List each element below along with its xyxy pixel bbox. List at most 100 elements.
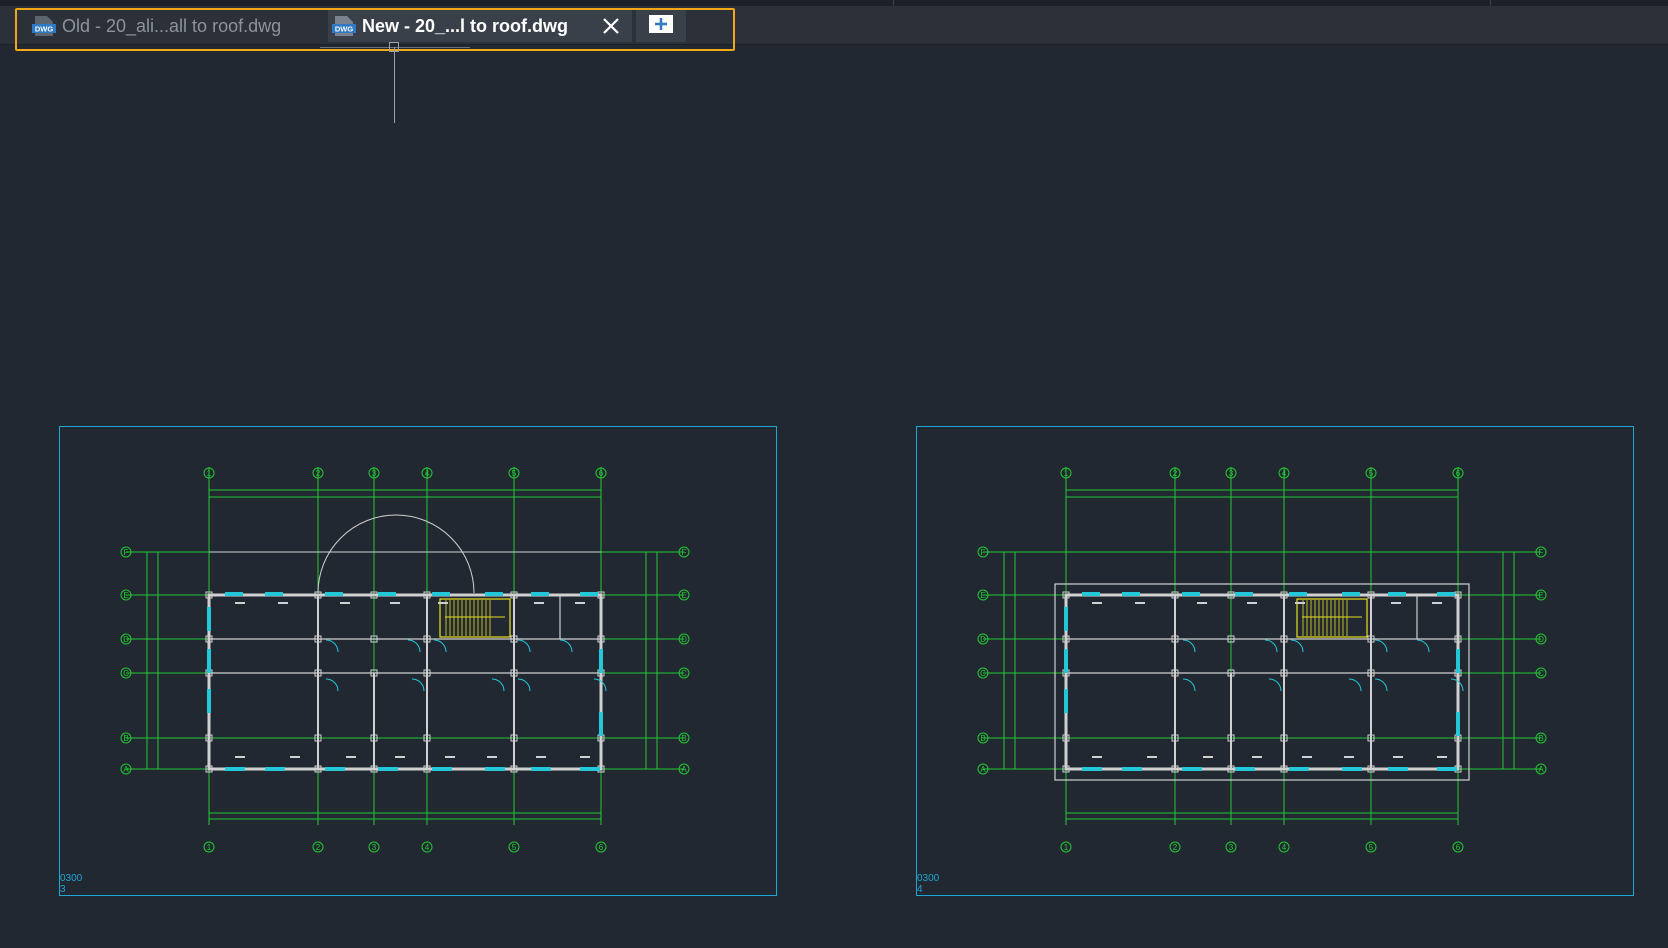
window xyxy=(432,592,450,596)
grid-bubble-label: C xyxy=(123,669,129,678)
door-swing xyxy=(325,639,339,653)
grid-bubble-label: A xyxy=(980,765,986,774)
grid-bubble-label: 5 xyxy=(512,843,517,852)
grid-bubble-label: D xyxy=(123,635,129,644)
window xyxy=(207,689,211,713)
viewport-scale-label: 0300 4 xyxy=(917,873,939,895)
grid-bubble-label: 3 xyxy=(1229,843,1234,852)
door-swing xyxy=(1374,639,1388,653)
grid-bubble-label: B xyxy=(123,734,128,743)
window xyxy=(325,767,345,771)
grid-bubble-label: 5 xyxy=(1369,843,1374,852)
door-swing xyxy=(433,639,447,653)
grid-bubble-label: 5 xyxy=(1369,469,1374,478)
window xyxy=(1064,607,1068,631)
window xyxy=(265,592,283,596)
window xyxy=(1122,767,1142,771)
grid-bubble-label: 4 xyxy=(425,469,430,478)
layout-viewport-new[interactable]: 1 1 2 2 3 3 4 4 5 5 6 6 F F E E D D C C B B A A 0300 4 xyxy=(916,426,1634,896)
viewport-number: 3 xyxy=(60,884,66,895)
window xyxy=(1064,689,1068,713)
window xyxy=(207,607,211,631)
window xyxy=(599,712,603,736)
door-swing xyxy=(407,639,421,653)
grid-bubble-label: 5 xyxy=(512,469,517,478)
grid-bubble-label: 3 xyxy=(372,843,377,852)
window xyxy=(485,767,505,771)
floor-plan-old: 1 1 2 2 3 3 4 4 5 5 6 6 F F E E D D C C B B A A xyxy=(120,467,690,853)
window xyxy=(1456,649,1460,673)
grid-bubble-label: 2 xyxy=(1173,843,1178,852)
grid-bubble-label: C xyxy=(1538,669,1544,678)
grid-bubble-label: F xyxy=(981,548,986,557)
viewport-scale: 0300 xyxy=(60,873,83,884)
grid-bubble-label: C xyxy=(980,669,986,678)
door-swing xyxy=(1182,639,1196,653)
window xyxy=(265,767,285,771)
grid-bubble-label: D xyxy=(980,635,986,644)
door-swing xyxy=(1348,678,1362,692)
grid-bubble-label: 1 xyxy=(1064,469,1069,478)
viewport-number: 4 xyxy=(917,884,923,895)
grid-bubble-label: B xyxy=(681,734,686,743)
grid-bubble-label: D xyxy=(1538,635,1544,644)
grid-bubble-label: A xyxy=(123,765,129,774)
grid-bubble-label: 4 xyxy=(1282,843,1287,852)
window xyxy=(1456,712,1460,736)
grid-bubble-label: A xyxy=(1538,765,1544,774)
door-swing xyxy=(1182,678,1196,692)
door-swing xyxy=(491,678,505,692)
grid-bubble-label: E xyxy=(681,591,686,600)
stair-outline xyxy=(439,598,511,638)
grid-bubble-label: A xyxy=(681,765,687,774)
window xyxy=(531,767,551,771)
exterior-wall xyxy=(1064,593,1460,771)
grid-bubble-label: B xyxy=(980,734,985,743)
window xyxy=(1289,592,1307,596)
door-swing xyxy=(411,678,425,692)
cursor-crosshair-line xyxy=(394,47,395,123)
grid-bubble-label: 6 xyxy=(599,469,604,478)
grid-bubble-label: 3 xyxy=(1229,469,1234,478)
grid-bubble-label: C xyxy=(681,669,687,678)
grid-bubble-label: 2 xyxy=(316,843,321,852)
viewport-scale-label: 0300 3 xyxy=(60,873,82,895)
floor-plan-new: 1 1 2 2 3 3 4 4 5 5 6 6 F F E E D D C C B B A A xyxy=(977,467,1547,853)
window xyxy=(1082,767,1102,771)
window xyxy=(1235,592,1253,596)
window xyxy=(1437,592,1455,596)
window xyxy=(599,649,603,673)
window xyxy=(1289,767,1309,771)
grid-bubble-label: 2 xyxy=(316,469,321,478)
grid-bubble-label: 3 xyxy=(372,469,377,478)
window xyxy=(207,649,211,673)
stair-outline xyxy=(1296,598,1368,638)
grid-bubble-label: 2 xyxy=(1173,469,1178,478)
roof-outline xyxy=(1054,583,1470,781)
grid-bubble-label: 1 xyxy=(1064,843,1069,852)
exterior-wall xyxy=(207,593,603,771)
grid-bubble-label: 1 xyxy=(207,843,212,852)
door-swing xyxy=(1264,639,1278,653)
grid-bubble-label: F xyxy=(682,548,687,557)
window xyxy=(1082,592,1100,596)
grid-bubble-label: 4 xyxy=(1282,469,1287,478)
grid-bubble-label: E xyxy=(123,591,128,600)
door-swing xyxy=(517,678,531,692)
window xyxy=(1388,767,1408,771)
grid-bubble-label: 6 xyxy=(599,843,604,852)
door-swing xyxy=(1268,678,1282,692)
layout-viewport-old[interactable]: 1 1 2 2 3 3 4 4 5 5 6 6 F F E E D D C C B B A A 0300 3 xyxy=(59,426,777,896)
window xyxy=(1064,649,1068,673)
viewport-scale: 0300 xyxy=(917,873,940,884)
window xyxy=(1182,592,1200,596)
window xyxy=(225,592,243,596)
grid-bubble-label: 1 xyxy=(207,469,212,478)
window xyxy=(485,592,503,596)
door-swing xyxy=(559,639,573,653)
window xyxy=(1388,592,1406,596)
window xyxy=(1182,767,1202,771)
window xyxy=(432,767,452,771)
window xyxy=(580,592,598,596)
window xyxy=(1122,592,1140,596)
